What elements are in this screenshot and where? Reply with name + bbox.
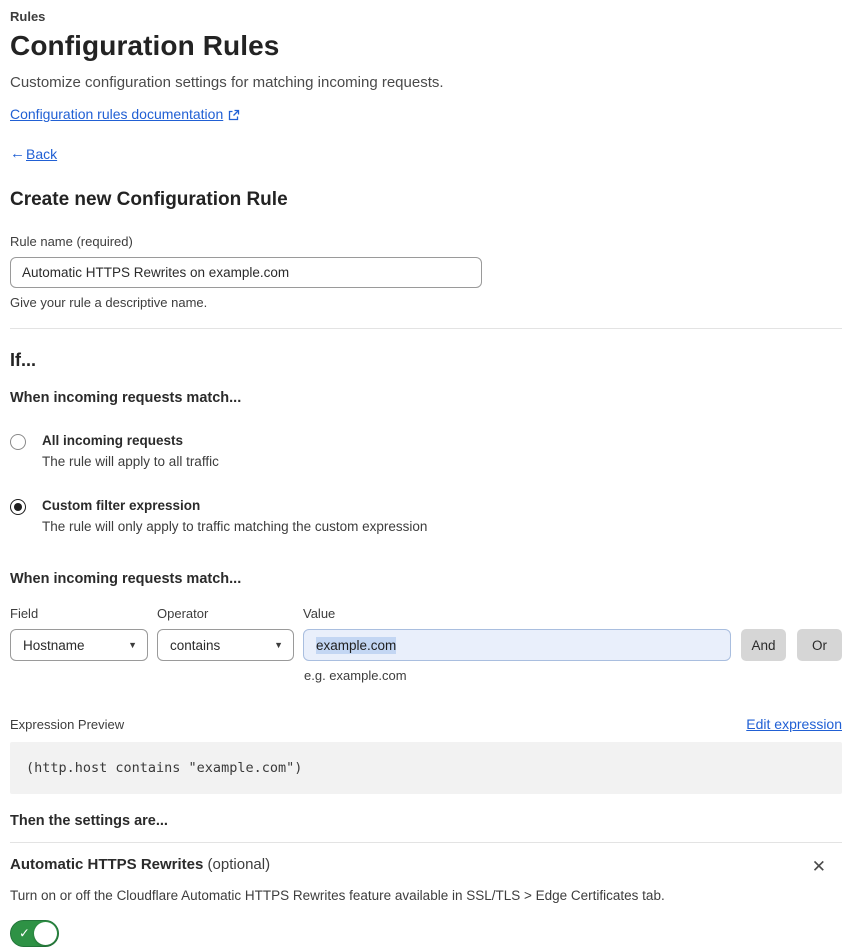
value-input-text: example.com (316, 636, 397, 654)
expression-code: (http.host contains "example.com") (26, 760, 303, 776)
check-icon: ✓ (19, 925, 30, 941)
radio-label: All incoming requests (42, 433, 184, 448)
value-input[interactable]: example.com (303, 629, 731, 661)
documentation-link[interactable]: Configuration rules documentation (10, 106, 223, 122)
operator-select[interactable]: contains ▼ (157, 629, 294, 661)
form-heading: Create new Configuration Rule (10, 189, 288, 210)
builder-column-labels: Field Operator Value (10, 606, 842, 621)
rule-name-label: Rule name (required) (10, 234, 133, 249)
setting-name: Automatic HTTPS Rewrites (10, 856, 204, 873)
back-arrow-icon: ← (10, 145, 25, 162)
rule-name-help: Give your rule a descriptive name. (10, 295, 208, 310)
close-icon[interactable]: ✕ (806, 856, 832, 877)
setting-description: Turn on or off the Cloudflare Automatic … (10, 888, 665, 903)
breadcrumb: Rules (10, 9, 46, 24)
radio-label: Custom filter expression (42, 498, 201, 513)
rule-name-input[interactable] (10, 257, 482, 288)
external-link-icon (228, 108, 240, 121)
value-column-label: Value (303, 606, 336, 621)
toggle-knob (34, 922, 57, 945)
or-button[interactable]: Or (797, 629, 842, 661)
back-link-row: ← Back (10, 145, 842, 162)
match-heading: When incoming requests match... (10, 390, 242, 406)
field-select[interactable]: Hostname ▼ (10, 629, 148, 661)
radio-option-custom-filter[interactable]: Custom filter expression The rule will o… (10, 498, 842, 534)
documentation-link-row: Configuration rules documentation (10, 106, 842, 122)
radio-option-all-requests[interactable]: All incoming requests The rule will appl… (10, 433, 842, 469)
page-title: Configuration Rules (10, 30, 280, 61)
radio-description: The rule will apply to all traffic (42, 454, 219, 469)
edit-expression-link[interactable]: Edit expression (746, 716, 842, 732)
chevron-down-icon: ▼ (274, 640, 283, 650)
setting-title: Automatic HTTPS Rewrites (optional) (10, 856, 270, 873)
automatic-https-rewrites-toggle[interactable]: ✓ (10, 920, 59, 947)
radio-button-unselected[interactable] (10, 434, 26, 450)
value-help-text: e.g. example.com (304, 668, 407, 683)
then-settings-heading: Then the settings are... (10, 813, 168, 829)
page-subtitle: Customize configuration settings for mat… (10, 74, 444, 91)
operator-select-value: contains (170, 637, 221, 653)
configuration-rules-page: Rules Configuration Rules Customize conf… (0, 0, 852, 947)
field-column-label: Field (10, 606, 39, 621)
expression-preview-row: Expression Preview Edit expression (10, 716, 842, 732)
builder-row: Hostname ▼ contains ▼ example.com And Or (10, 629, 842, 661)
field-select-value: Hostname (23, 637, 85, 653)
setting-divider (10, 842, 842, 843)
section-divider (10, 328, 842, 329)
radio-button-selected[interactable] (10, 499, 26, 515)
operator-column-label: Operator (157, 606, 209, 621)
builder-heading: When incoming requests match... (10, 571, 242, 587)
and-button[interactable]: And (741, 629, 786, 661)
setting-optional-tag: (optional) (207, 856, 271, 873)
expression-preview-label: Expression Preview (10, 717, 125, 732)
chevron-down-icon: ▼ (128, 640, 137, 650)
if-heading: If... (10, 350, 36, 370)
expression-code-box: (http.host contains "example.com") (10, 742, 842, 794)
back-link[interactable]: Back (26, 146, 57, 162)
radio-description: The rule will only apply to traffic matc… (42, 519, 428, 534)
setting-header: Automatic HTTPS Rewrites (optional) ✕ (10, 856, 842, 877)
